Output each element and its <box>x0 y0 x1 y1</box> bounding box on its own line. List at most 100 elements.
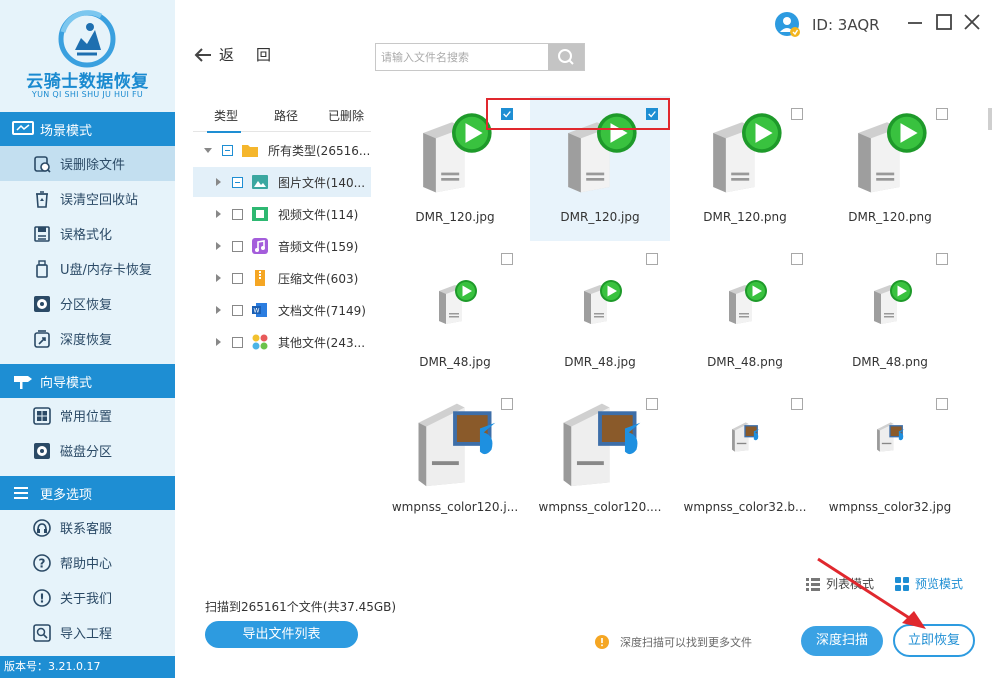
file-tile[interactable]: wmpnss_color120.j... <box>385 386 525 531</box>
sidebar-item-about[interactable]: ! 关于我们 <box>0 580 175 615</box>
sidebar-item-recycle-bin[interactable]: 误清空回收站 <box>0 181 175 216</box>
checkbox[interactable] <box>936 398 948 410</box>
tree-row-label: 视频文件(114) <box>278 207 359 222</box>
file-name: DMR_48.jpg <box>564 355 636 369</box>
chevron-right-icon <box>216 242 221 250</box>
wmp-server-small-icon <box>732 422 760 452</box>
file-tile[interactable]: DMR_48.png <box>820 241 960 386</box>
checkbox[interactable] <box>232 272 243 284</box>
usb-drive-icon <box>36 259 48 278</box>
tree-row-label: 压缩文件(603) <box>278 271 359 286</box>
scan-summary: 扫描到265161个文件(共37.45GB) <box>205 600 397 614</box>
sidebar-item-partition[interactable]: 分区恢复 <box>0 286 175 321</box>
checkbox[interactable] <box>501 398 513 410</box>
info-icon: ! <box>33 588 51 607</box>
logo: 云骑士数据恢复 YUN QI SHI SHU JU HUI FU <box>0 0 175 110</box>
section-header-label: 向导模式 <box>40 375 93 391</box>
section-header-label: 场景模式 <box>40 123 93 139</box>
tab-path[interactable]: 路径 <box>274 107 298 124</box>
recycle-bin-icon <box>36 190 48 208</box>
close-icon[interactable] <box>962 12 982 32</box>
export-file-list-button[interactable]: 导出文件列表 <box>205 621 358 648</box>
file-tile[interactable]: wmpnss_color32.jpg <box>820 386 960 531</box>
media-server-play-small-icon <box>584 280 622 324</box>
sidebar-item-format[interactable]: 误格式化 <box>0 216 175 251</box>
arrow-left-icon <box>194 47 211 62</box>
checkbox[interactable] <box>232 208 243 220</box>
minimize-icon[interactable] <box>905 12 925 32</box>
sidebar-item-import[interactable]: 导入工程 <box>0 615 175 650</box>
tree-row-archive[interactable]: 压缩文件(603) <box>193 263 371 293</box>
checkbox[interactable] <box>791 398 803 410</box>
file-tile[interactable]: wmpnss_color32.b... <box>675 386 815 531</box>
svg-text:?: ? <box>39 556 46 570</box>
nav-label: 分区恢复 <box>60 298 113 313</box>
search-input[interactable] <box>376 44 549 70</box>
user-avatar-icon[interactable] <box>774 11 802 39</box>
monitor-icon <box>12 121 34 135</box>
checkbox[interactable] <box>936 253 948 265</box>
back-button[interactable]: 返回 <box>193 44 293 65</box>
deleted-file-icon <box>34 155 51 173</box>
sidebar-item-usb[interactable]: U盘/内存卡恢复 <box>0 251 175 286</box>
file-name: DMR_120.jpg <box>560 210 640 224</box>
file-tile[interactable]: DMR_48.jpg <box>385 241 525 386</box>
nav-label: 误格式化 <box>60 228 113 243</box>
checkbox[interactable] <box>936 108 948 120</box>
search-icon <box>558 49 574 65</box>
nav-label: 帮助中心 <box>60 557 113 572</box>
checkbox[interactable] <box>232 240 243 252</box>
tree-row-images[interactable]: 图片文件(140... <box>193 167 371 197</box>
checkbox[interactable] <box>501 253 513 265</box>
media-server-play-small-icon <box>729 280 767 324</box>
tree-row-other[interactable]: 其他文件(243... <box>193 327 371 357</box>
partial-checkbox[interactable] <box>222 144 233 156</box>
tree-row-documents[interactable]: W 文档文件(7149) <box>193 295 371 325</box>
tab-type[interactable]: 类型 <box>214 107 238 124</box>
folder-icon <box>242 145 258 157</box>
sidebar-item-deleted-files[interactable]: 误删除文件 <box>0 146 175 181</box>
file-name: DMR_48.png <box>852 355 928 369</box>
file-tile[interactable]: DMR_120.png <box>675 96 815 241</box>
nav-label: 联系客服 <box>60 522 113 537</box>
tree-row-label: 所有类型(26516... <box>268 143 371 158</box>
disk-icon <box>34 442 50 459</box>
tree-row-audio[interactable]: 音频文件(159) <box>193 231 371 261</box>
checkbox[interactable] <box>646 253 658 265</box>
file-tile[interactable]: wmpnss_color120.... <box>530 386 670 531</box>
file-name: DMR_120.jpg <box>415 210 495 224</box>
partial-checkbox[interactable] <box>232 176 243 188</box>
checkbox[interactable] <box>232 304 243 316</box>
sidebar-item-help[interactable]: ? 帮助中心 <box>0 545 175 580</box>
sidebar-item-disk-partition[interactable]: 磁盘分区 <box>0 433 175 468</box>
file-name: wmpnss_color120.j... <box>391 500 519 514</box>
checkbox[interactable] <box>791 108 803 120</box>
sidebar-item-deep-recover[interactable]: 深度恢复 <box>0 321 175 356</box>
checkbox[interactable] <box>791 253 803 265</box>
windows-icon <box>33 406 51 425</box>
search-button[interactable] <box>548 44 584 70</box>
sidebar-item-support[interactable]: 联系客服 <box>0 510 175 545</box>
other-icon <box>252 334 268 350</box>
checkbox[interactable] <box>232 336 243 348</box>
tree-row-label: 音频文件(159) <box>278 239 359 254</box>
file-tile[interactable]: DMR_48.png <box>675 241 815 386</box>
maximize-icon[interactable] <box>934 12 954 32</box>
version-label: 版本号：3.21.0.17 <box>0 656 175 678</box>
section-guide-mode: 向导模式 <box>0 364 175 398</box>
file-name: wmpnss_color32.b... <box>683 500 807 514</box>
deep-scan-hint: 深度扫描可以找到更多文件 <box>595 634 752 650</box>
file-tile[interactable]: DMR_120.png <box>820 96 960 241</box>
checkbox[interactable] <box>646 398 658 410</box>
wmp-server-icon <box>418 403 496 487</box>
tree-row-all-types[interactable]: 所有类型(26516... <box>193 135 371 165</box>
tree-row-video[interactable]: 视频文件(114) <box>193 199 371 229</box>
tree-row-label: 图片文件(140... <box>278 175 366 190</box>
tree-row-label: 其他文件(243... <box>278 335 366 350</box>
nav-label: 误清空回收站 <box>60 193 139 208</box>
file-tile[interactable]: DMR_48.jpg <box>530 241 670 386</box>
nav-label: 误删除文件 <box>60 158 126 173</box>
tab-deleted[interactable]: 已删除 <box>328 107 364 124</box>
scrollbar-thumb[interactable] <box>988 108 992 130</box>
sidebar-item-common-locations[interactable]: 常用位置 <box>0 398 175 433</box>
